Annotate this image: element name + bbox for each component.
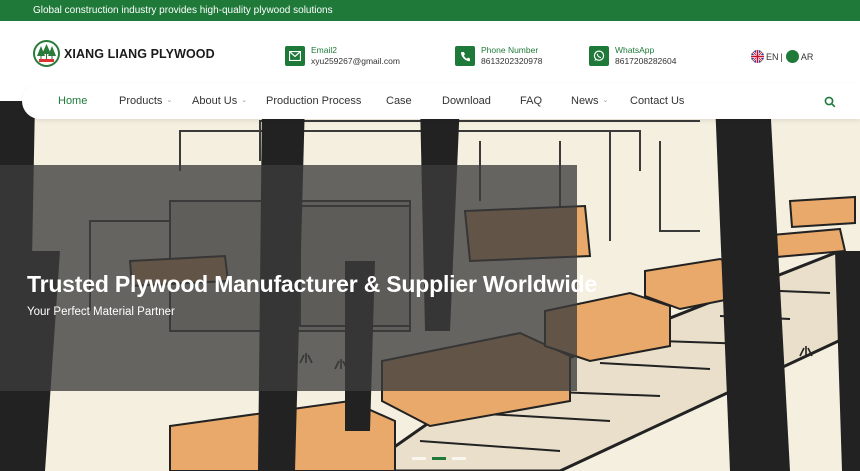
slide-dot-active[interactable] [432, 457, 446, 460]
nav-contact-us[interactable]: Contact Us [630, 83, 684, 119]
phone-icon [455, 46, 475, 66]
whatsapp-value: 8617208282604 [615, 56, 677, 66]
arabic-flag-icon [785, 50, 799, 63]
chevron-down-icon: ⌄ [602, 97, 609, 105]
tree-logo-icon [33, 40, 60, 67]
phone-contact[interactable]: Phone Number 8613202320978 [455, 45, 542, 67]
email-contact[interactable]: Email2 xyu259267@gmail.com [285, 45, 400, 67]
email-value: xyu259267@gmail.com [311, 56, 400, 66]
hero-banner: Trusted Plywood Manufacturer & Supplier … [0, 101, 860, 471]
email-label: Email2 [311, 45, 337, 55]
uk-flag-icon [751, 50, 764, 63]
hero-title: Trusted Plywood Manufacturer & Supplier … [27, 271, 597, 297]
nav-about-us[interactable]: About Us ⌄ [192, 83, 247, 119]
whatsapp-contact[interactable]: WhatsApp 8617208282604 [589, 45, 676, 67]
top-announcement-bar: Global construction industry provides hi… [0, 0, 860, 21]
slider-pagination [412, 457, 466, 460]
mail-icon [285, 46, 305, 66]
hero-subtitle: Your Perfect Material Partner [27, 306, 175, 318]
phone-label: Phone Number [481, 45, 539, 55]
nav-download[interactable]: Download [442, 83, 491, 119]
chevron-down-icon: ⌄ [166, 97, 173, 105]
search-icon[interactable] [824, 95, 836, 108]
phone-value: 8613202320978 [481, 56, 543, 66]
language-switcher[interactable]: EN | AR [751, 50, 813, 63]
chevron-down-icon: ⌄ [241, 97, 248, 105]
slide-dot[interactable] [452, 457, 466, 460]
main-navigation: Home Products ⌄ About Us ⌄ Production Proc… [22, 83, 860, 119]
lang-separator: | [780, 51, 783, 62]
nav-production-process[interactable]: Production Process [266, 83, 361, 119]
nav-products[interactable]: Products ⌄ [119, 83, 172, 119]
brand-logo[interactable]: XIANG LIANG PLYWOOD [33, 40, 215, 67]
nav-news[interactable]: News ⌄ [571, 83, 608, 119]
whatsapp-icon [589, 46, 609, 66]
nav-home[interactable]: Home [58, 83, 87, 119]
slide-dot[interactable] [412, 457, 426, 460]
nav-faq[interactable]: FAQ [520, 83, 542, 119]
brand-name: XIANG LIANG PLYWOOD [64, 46, 215, 61]
whatsapp-label: WhatsApp [615, 45, 655, 55]
tagline-text: Global construction industry provides hi… [33, 5, 333, 16]
lang-en[interactable]: EN [766, 52, 779, 62]
nav-case[interactable]: Case [386, 83, 412, 119]
lang-ar[interactable]: AR [801, 52, 814, 62]
